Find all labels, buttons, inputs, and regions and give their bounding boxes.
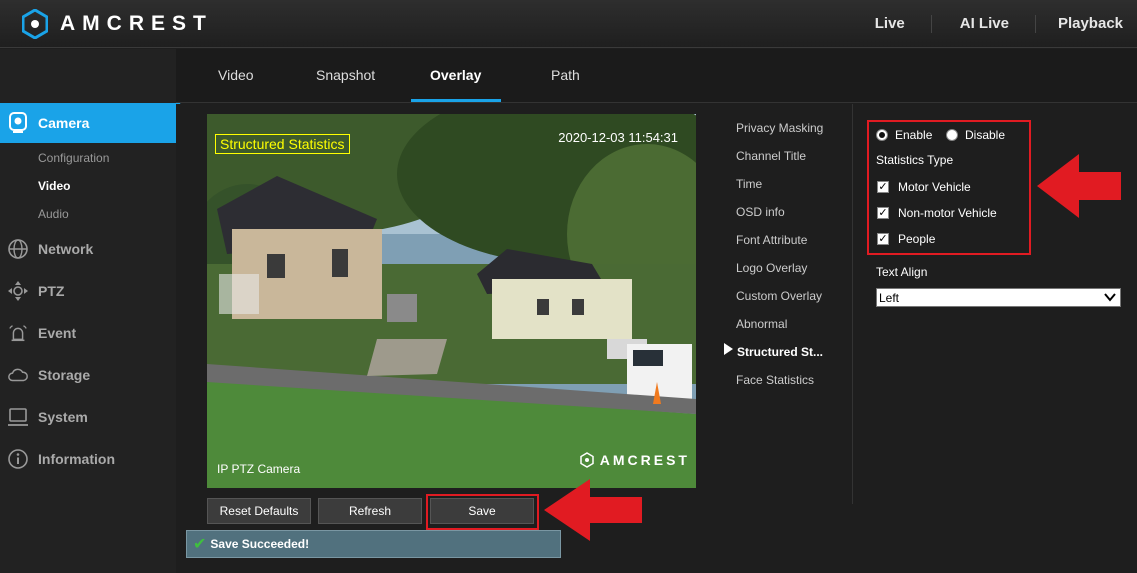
menu-privacy-masking[interactable]: Privacy Masking [736, 121, 823, 135]
nav-ai-live[interactable]: AI Live [930, 15, 1035, 33]
menu-abnormal[interactable]: Abnormal [736, 317, 787, 331]
menu-time[interactable]: Time [736, 177, 762, 191]
camera-scene-image [207, 114, 696, 488]
brand-name: AMCREST [60, 12, 213, 35]
sidebar-item-label: Storage [38, 367, 91, 383]
text-align-value: Left [879, 290, 900, 305]
ptz-icon [7, 280, 29, 302]
tab-video[interactable]: Video [218, 67, 254, 83]
top-nav: Live AI Live Playback [847, 0, 1137, 48]
nav-live[interactable]: Live [847, 15, 931, 33]
sidebar-item-label: System [38, 409, 88, 425]
active-tab-indicator [411, 99, 501, 102]
red-arrow-icon [1037, 154, 1121, 218]
sidebar-item-camera[interactable]: Camera [0, 103, 188, 143]
monitor-icon [7, 406, 29, 428]
chevron-down-icon [1104, 293, 1116, 302]
sidebar-subitem-video[interactable]: Video [38, 179, 70, 193]
sidebar-item-network[interactable]: Network [0, 229, 176, 269]
sidebar-item-label: Information [38, 451, 115, 467]
sidebar-subitem-configuration[interactable]: Configuration [38, 151, 109, 165]
menu-logo-overlay[interactable]: Logo Overlay [736, 261, 807, 275]
menu-font-attribute[interactable]: Font Attribute [736, 233, 807, 247]
sidebar-item-storage[interactable]: Storage [0, 355, 176, 395]
osd-structured-statistics[interactable]: Structured Statistics [215, 134, 350, 154]
tab-snapshot[interactable]: Snapshot [316, 67, 375, 83]
osd-timestamp: 2020-12-03 11:54:31 [558, 130, 678, 145]
menu-channel-title[interactable]: Channel Title [736, 149, 806, 163]
nav-playback[interactable]: Playback [1034, 15, 1137, 33]
osd-logo: AMCREST [580, 452, 690, 468]
video-preview: Structured Statistics 2020-12-03 11:54:3… [207, 114, 696, 488]
camera-icon [7, 112, 29, 134]
menu-custom-overlay[interactable]: Custom Overlay [736, 289, 822, 303]
brand-logo: AMCREST [22, 9, 213, 39]
sidebar-item-label: Camera [38, 115, 90, 131]
info-icon [7, 448, 29, 470]
divider [852, 104, 853, 504]
menu-structured-statistics[interactable]: Structured St... [737, 345, 823, 359]
sidebar-subitem-audio[interactable]: Audio [38, 207, 69, 221]
reset-defaults-button[interactable]: Reset Defaults [207, 498, 311, 524]
osd-logo-text: AMCREST [599, 452, 690, 468]
menu-pointer-icon [724, 343, 733, 355]
top-bar: AMCREST Live AI Live Playback [0, 0, 1137, 48]
tab-path[interactable]: Path [551, 67, 580, 83]
save-highlight-box [426, 494, 539, 530]
alarm-icon [7, 322, 29, 344]
sidebar-item-event[interactable]: Event [0, 313, 176, 353]
tab-bar: Video Snapshot Overlay Path [176, 49, 1137, 103]
amcrest-watermark-icon [580, 452, 594, 468]
sidebar-item-label: PTZ [38, 283, 65, 299]
sidebar-item-system[interactable]: System [0, 397, 176, 437]
globe-icon [7, 238, 29, 260]
cloud-icon [7, 364, 29, 386]
sidebar-item-ptz[interactable]: PTZ [0, 271, 176, 311]
sidebar-item-label: Event [38, 325, 77, 341]
text-align-label: Text Align [876, 265, 928, 279]
status-message: ✔ Save Succeeded! [186, 530, 561, 558]
status-text: Save Succeeded! [210, 537, 310, 551]
sidebar-item-information[interactable]: Information [0, 439, 176, 479]
refresh-button[interactable]: Refresh [318, 498, 422, 524]
amcrest-logo-icon [22, 9, 48, 39]
osd-channel-title: IP PTZ Camera [217, 462, 301, 476]
text-align-select[interactable]: Left [876, 288, 1121, 307]
menu-face-statistics[interactable]: Face Statistics [736, 373, 814, 387]
statistics-highlight-box [867, 120, 1031, 255]
menu-osd-info[interactable]: OSD info [736, 205, 785, 219]
sidebar-item-label: Network [38, 241, 94, 257]
checkmark-icon: ✔ [193, 536, 207, 553]
tab-overlay[interactable]: Overlay [430, 67, 481, 83]
